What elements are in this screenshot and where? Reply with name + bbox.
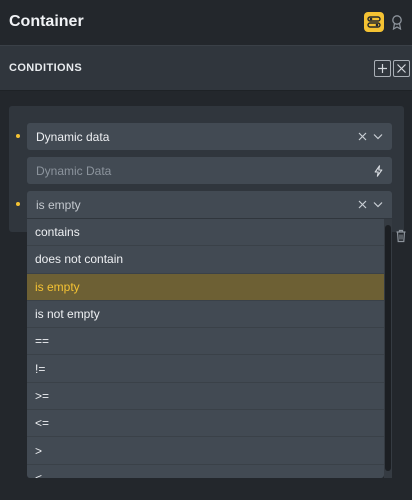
plus-icon <box>378 63 387 73</box>
section-actions <box>374 59 410 77</box>
dropdown-option[interactable]: < <box>27 465 384 478</box>
page-title: Container <box>9 13 84 30</box>
select-value: is empty <box>36 197 81 212</box>
dropdown-option[interactable]: is not empty <box>27 301 384 329</box>
dropdown-option[interactable]: <= <box>27 410 384 438</box>
dropdown-option[interactable]: == <box>27 328 384 356</box>
dropdown-option[interactable]: > <box>27 437 384 465</box>
top-bar: Container <box>0 0 412 44</box>
clear-icon[interactable] <box>358 200 367 209</box>
dynamic-data-input[interactable]: Dynamic Data <box>27 157 392 184</box>
trash-icon[interactable] <box>395 229 407 243</box>
condition-marker <box>16 134 20 138</box>
top-actions <box>364 12 404 32</box>
scrollbar-thumb[interactable] <box>385 225 391 471</box>
operator-select[interactable]: is empty <box>27 191 392 218</box>
clear-icon[interactable] <box>358 132 367 141</box>
operator-dropdown: contains does not contain is empty is no… <box>27 219 384 478</box>
input-placeholder: Dynamic Data <box>36 163 112 178</box>
chevron-down-icon[interactable] <box>373 201 383 208</box>
dropdown-option[interactable]: contains <box>27 219 384 247</box>
select-value: Dynamic data <box>36 129 110 144</box>
select-actions <box>358 200 383 209</box>
dropdown-option[interactable]: != <box>27 355 384 383</box>
select-actions <box>358 132 383 141</box>
conditions-header: CONDITIONS <box>0 45 412 91</box>
dropdown-option-selected[interactable]: is empty <box>27 273 384 301</box>
dropdown-option[interactable]: does not contain <box>27 246 384 274</box>
dynamic-data-select[interactable]: Dynamic data <box>27 123 392 150</box>
close-conditions-button[interactable] <box>393 59 410 77</box>
toggle-icon[interactable] <box>364 12 384 32</box>
condition-marker <box>16 202 20 206</box>
dropdown-option[interactable]: >= <box>27 383 384 411</box>
add-condition-button[interactable] <box>374 59 391 77</box>
bolt-icon[interactable] <box>374 164 383 177</box>
close-icon <box>397 63 406 73</box>
dropdown-scrollbar[interactable] <box>384 219 392 478</box>
section-title: CONDITIONS <box>9 62 83 74</box>
chevron-down-icon[interactable] <box>373 133 383 140</box>
award-icon[interactable] <box>390 12 404 32</box>
